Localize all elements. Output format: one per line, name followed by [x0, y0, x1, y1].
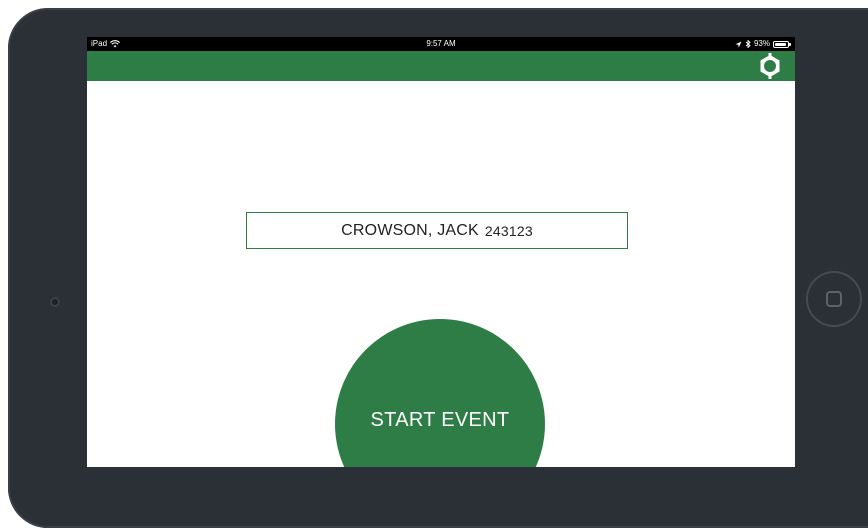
app-header — [87, 51, 795, 81]
location-icon — [735, 41, 742, 47]
battery-percent: 93% — [753, 39, 770, 48]
bluetooth-icon — [745, 40, 751, 48]
battery-fill — [775, 42, 787, 46]
home-button[interactable] — [806, 271, 862, 327]
settings-button[interactable] — [757, 53, 783, 79]
patient-name-field[interactable]: CROWSON, JACK 243123 — [246, 212, 628, 249]
camera-lens — [50, 297, 60, 307]
app-screen: iPad 9:57 AM 93% CROWSON, JACK 243123 ST… — [87, 37, 795, 467]
gear-icon — [760, 53, 780, 79]
battery-icon — [773, 40, 791, 48]
start-event-button[interactable]: START EVENT — [335, 319, 545, 467]
battery-tip — [789, 42, 791, 46]
patient-name: CROWSON, JACK — [341, 221, 479, 239]
start-event-label: START EVENT — [370, 409, 510, 431]
status-time: 9:57 AM — [426, 39, 456, 48]
patient-id: 243123 — [484, 222, 533, 239]
status-bar: iPad 9:57 AM 93% — [87, 37, 795, 51]
status-right: 93% — [735, 37, 791, 51]
home-square-icon — [826, 291, 842, 307]
